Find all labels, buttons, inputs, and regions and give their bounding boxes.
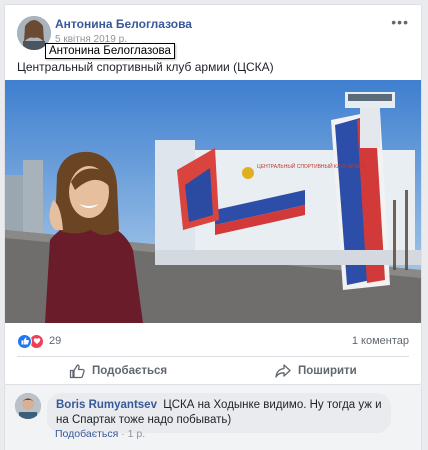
- comments-count-link[interactable]: 1 коментар: [352, 335, 409, 347]
- photo-sign-text: ЦЕНТРАЛЬНЫЙ СПОРТИВНЫЙ КЛУБ АРМИИ: [257, 162, 366, 170]
- post-text: Центральный спортивный клуб армии (ЦСКА): [17, 60, 274, 74]
- reactions-summary[interactable]: 29: [17, 333, 61, 349]
- like-button-label: Подобається: [92, 365, 168, 377]
- thumbs-up-icon: [17, 333, 32, 349]
- reactions-count: 29: [49, 335, 62, 347]
- more-options-icon[interactable]: •••: [391, 14, 409, 30]
- like-button[interactable]: Подобається: [69, 358, 167, 384]
- comment-time[interactable]: 1 р.: [128, 428, 146, 440]
- comment-bubble: Boris Rumyantsev ЦСКА на Ходынке видимо.…: [47, 393, 391, 433]
- author-tooltip: Антонина Белоглазова: [45, 43, 175, 59]
- post-photo[interactable]: ЦЕНТРАЛЬНЫЙ СПОРТИВНЫЙ КЛУБ АРМИИ: [5, 80, 421, 323]
- comments-section: Boris Rumyantsev ЦСКА на Ходынке видимо.…: [4, 385, 422, 450]
- share-button[interactable]: Поширити: [275, 358, 357, 384]
- comment-author[interactable]: Boris Rumyantsev: [56, 399, 157, 411]
- comment-meta: Подобається · 1 р.: [55, 428, 145, 440]
- author-name[interactable]: Антонина Белоглазова: [55, 17, 192, 31]
- comment-like-link[interactable]: Подобається: [55, 428, 118, 440]
- actions-divider: [17, 356, 409, 357]
- post-card: Антонина Белоглазова 5 квітня 2019 р. ••…: [4, 4, 422, 385]
- comment-meta-separator: ·: [121, 428, 125, 440]
- commenter-avatar[interactable]: [15, 393, 41, 419]
- share-arrow-icon: [275, 364, 291, 378]
- share-button-label: Поширити: [298, 365, 357, 377]
- thumbs-up-outline-icon: [69, 364, 85, 379]
